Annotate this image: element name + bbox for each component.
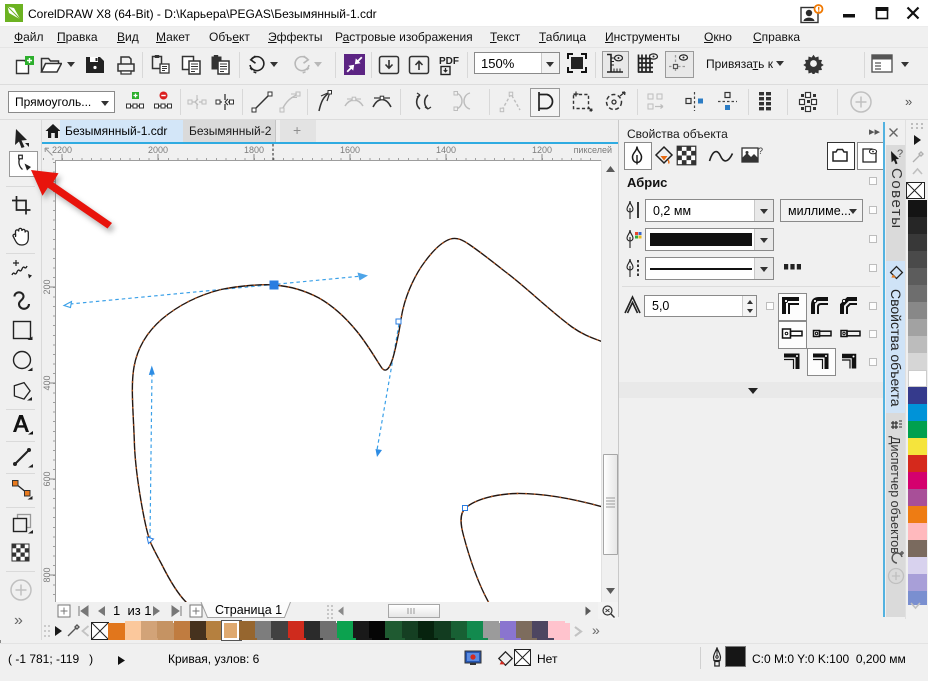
- svg-text:PDF: PDF: [439, 56, 459, 67]
- svg-text:?: ?: [758, 146, 763, 156]
- svg-text:1800: 1800: [244, 145, 264, 155]
- svg-text:1400: 1400: [436, 145, 456, 155]
- svg-text:1600: 1600: [340, 145, 360, 155]
- svg-text:1200: 1200: [532, 145, 552, 155]
- svg-text:2000: 2000: [148, 145, 168, 155]
- svg-text:пикселей: пикселей: [574, 145, 612, 155]
